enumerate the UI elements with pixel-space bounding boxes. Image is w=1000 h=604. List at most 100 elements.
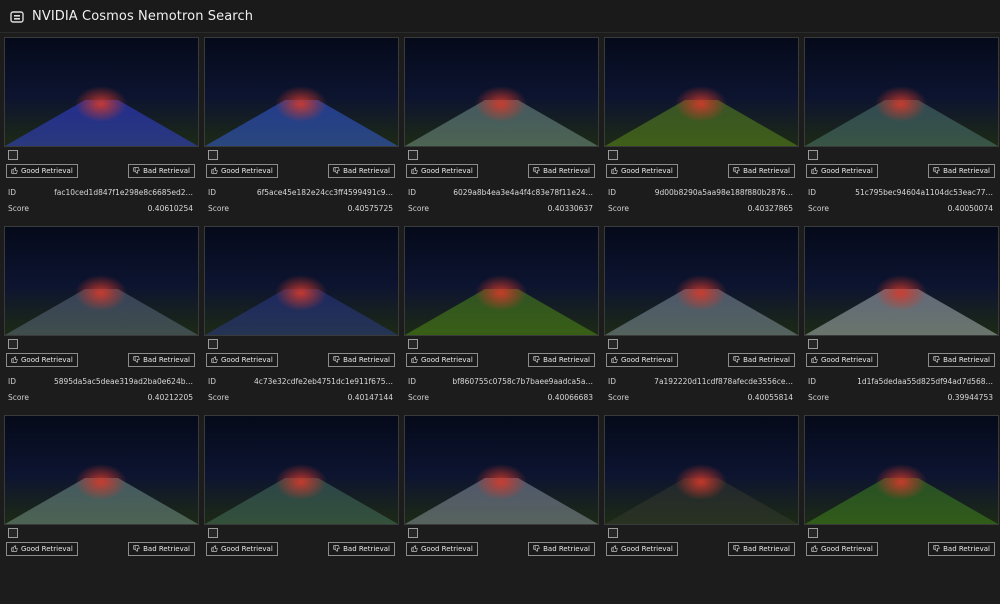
thumbs-down-icon bbox=[133, 356, 140, 365]
score-row: Score0.40610254 bbox=[8, 204, 193, 213]
score-label: Score bbox=[608, 204, 646, 213]
result-thumbnail[interactable] bbox=[4, 37, 199, 147]
bad-retrieval-button[interactable]: Bad Retrieval bbox=[928, 542, 995, 556]
thumbs-down-icon bbox=[333, 167, 340, 176]
good-retrieval-button[interactable]: Good Retrieval bbox=[206, 353, 278, 367]
bad-retrieval-button[interactable]: Bad Retrieval bbox=[328, 353, 395, 367]
good-retrieval-button[interactable]: Good Retrieval bbox=[806, 353, 878, 367]
result-thumbnail[interactable] bbox=[404, 226, 599, 336]
select-checkbox[interactable] bbox=[408, 339, 418, 349]
select-checkbox[interactable] bbox=[208, 150, 218, 160]
bad-retrieval-button[interactable]: Bad Retrieval bbox=[128, 164, 195, 178]
bad-retrieval-button[interactable]: Bad Retrieval bbox=[928, 353, 995, 367]
button-label: Good Retrieval bbox=[621, 545, 673, 553]
select-checkbox[interactable] bbox=[608, 150, 618, 160]
select-checkbox[interactable] bbox=[408, 528, 418, 538]
button-label: Bad Retrieval bbox=[943, 545, 990, 553]
result-thumbnail[interactable] bbox=[204, 37, 399, 147]
button-label: Good Retrieval bbox=[421, 545, 473, 553]
result-card: Good Retrieval Bad Retrieval bbox=[4, 415, 199, 604]
good-retrieval-button[interactable]: Good Retrieval bbox=[606, 353, 678, 367]
bad-retrieval-button[interactable]: Bad Retrieval bbox=[728, 542, 795, 556]
button-label: Bad Retrieval bbox=[343, 356, 390, 364]
app-logo-icon bbox=[10, 9, 24, 23]
id-row: ID7a192220d11cdf878afecde3556ce… bbox=[608, 377, 793, 386]
select-checkbox[interactable] bbox=[808, 150, 818, 160]
result-thumbnail[interactable] bbox=[4, 226, 199, 336]
select-checkbox[interactable] bbox=[808, 339, 818, 349]
result-thumbnail[interactable] bbox=[4, 415, 199, 525]
score-label: Score bbox=[408, 393, 446, 402]
good-retrieval-button[interactable]: Good Retrieval bbox=[606, 164, 678, 178]
thumbs-up-icon bbox=[211, 356, 218, 365]
score-row: Score0.40147144 bbox=[208, 393, 393, 402]
thumbs-up-icon bbox=[811, 167, 818, 176]
result-card: Good Retrieval Bad Retrieval ID9d00b8290a5… bbox=[604, 37, 799, 226]
id-label: ID bbox=[408, 377, 446, 386]
score-label: Score bbox=[8, 204, 46, 213]
result-thumbnail[interactable] bbox=[604, 37, 799, 147]
bad-retrieval-button[interactable]: Bad Retrieval bbox=[728, 353, 795, 367]
bad-retrieval-button[interactable]: Bad Retrieval bbox=[128, 542, 195, 556]
result-thumbnail[interactable] bbox=[804, 226, 999, 336]
good-retrieval-button[interactable]: Good Retrieval bbox=[406, 353, 478, 367]
id-row: ID6f5ace45e182e24cc3ff4599491c9… bbox=[208, 188, 393, 197]
select-checkbox[interactable] bbox=[408, 150, 418, 160]
bad-retrieval-button[interactable]: Bad Retrieval bbox=[928, 164, 995, 178]
result-thumbnail[interactable] bbox=[804, 37, 999, 147]
select-checkbox[interactable] bbox=[608, 528, 618, 538]
result-thumbnail[interactable] bbox=[204, 415, 399, 525]
thumbs-down-icon bbox=[733, 167, 740, 176]
id-label: ID bbox=[8, 377, 46, 386]
results-grid: Good RetrievalBad RetrievalIDfac10ced1d8… bbox=[4, 37, 996, 561]
result-thumbnail[interactable] bbox=[604, 226, 799, 336]
result-card: Good RetrievalBad RetrievalIDfac10ced1d8… bbox=[4, 37, 199, 226]
thumbs-up-icon bbox=[811, 356, 818, 365]
button-label: Good Retrieval bbox=[621, 167, 673, 175]
select-checkbox[interactable] bbox=[8, 150, 18, 160]
bad-retrieval-button[interactable]: Bad Retrieval bbox=[528, 164, 595, 178]
result-thumbnail[interactable] bbox=[404, 415, 599, 525]
bad-retrieval-button[interactable]: Bad Retrieval bbox=[128, 353, 195, 367]
good-retrieval-button[interactable]: Good Retrieval bbox=[206, 542, 278, 556]
result-card: Good Retrieval Bad Retrieval bbox=[804, 415, 999, 604]
score-label: Score bbox=[408, 204, 446, 213]
id-value: 7a192220d11cdf878afecde3556ce… bbox=[646, 377, 793, 386]
select-checkbox[interactable] bbox=[208, 339, 218, 349]
bad-retrieval-button[interactable]: Bad Retrieval bbox=[328, 542, 395, 556]
bad-retrieval-button[interactable]: Bad Retrieval bbox=[728, 164, 795, 178]
good-retrieval-button[interactable]: Good Retrieval bbox=[6, 542, 78, 556]
select-checkbox[interactable] bbox=[808, 528, 818, 538]
bad-retrieval-button[interactable]: Bad Retrieval bbox=[528, 542, 595, 556]
id-value: 51c795bec94604a1104dc53eac77… bbox=[846, 188, 993, 197]
score-value: 0.40610254 bbox=[46, 204, 193, 213]
select-checkbox[interactable] bbox=[608, 339, 618, 349]
id-label: ID bbox=[608, 377, 646, 386]
good-retrieval-button[interactable]: Good Retrieval bbox=[406, 542, 478, 556]
score-value: 0.40055814 bbox=[646, 393, 793, 402]
thumbs-up-icon bbox=[611, 545, 618, 554]
good-retrieval-button[interactable]: Good Retrieval bbox=[806, 164, 878, 178]
good-retrieval-button[interactable]: Good Retrieval bbox=[406, 164, 478, 178]
button-label: Bad Retrieval bbox=[943, 167, 990, 175]
score-row: Score0.40575725 bbox=[208, 204, 393, 213]
id-row: ID5895da5ac5deae319ad2ba0e624b… bbox=[8, 377, 193, 386]
select-checkbox[interactable] bbox=[8, 339, 18, 349]
id-row: ID9d00b8290a5aa98e188f880b2876… bbox=[608, 188, 793, 197]
good-retrieval-button[interactable]: Good Retrieval bbox=[6, 353, 78, 367]
result-thumbnail[interactable] bbox=[804, 415, 999, 525]
result-thumbnail[interactable] bbox=[604, 415, 799, 525]
thumbs-up-icon bbox=[611, 356, 618, 365]
select-checkbox[interactable] bbox=[8, 528, 18, 538]
good-retrieval-button[interactable]: Good Retrieval bbox=[206, 164, 278, 178]
select-checkbox[interactable] bbox=[208, 528, 218, 538]
thumbs-down-icon bbox=[933, 356, 940, 365]
button-label: Good Retrieval bbox=[21, 545, 73, 553]
result-thumbnail[interactable] bbox=[404, 37, 599, 147]
good-retrieval-button[interactable]: Good Retrieval bbox=[6, 164, 78, 178]
good-retrieval-button[interactable]: Good Retrieval bbox=[806, 542, 878, 556]
bad-retrieval-button[interactable]: Bad Retrieval bbox=[328, 164, 395, 178]
good-retrieval-button[interactable]: Good Retrieval bbox=[606, 542, 678, 556]
result-thumbnail[interactable] bbox=[204, 226, 399, 336]
bad-retrieval-button[interactable]: Bad Retrieval bbox=[528, 353, 595, 367]
